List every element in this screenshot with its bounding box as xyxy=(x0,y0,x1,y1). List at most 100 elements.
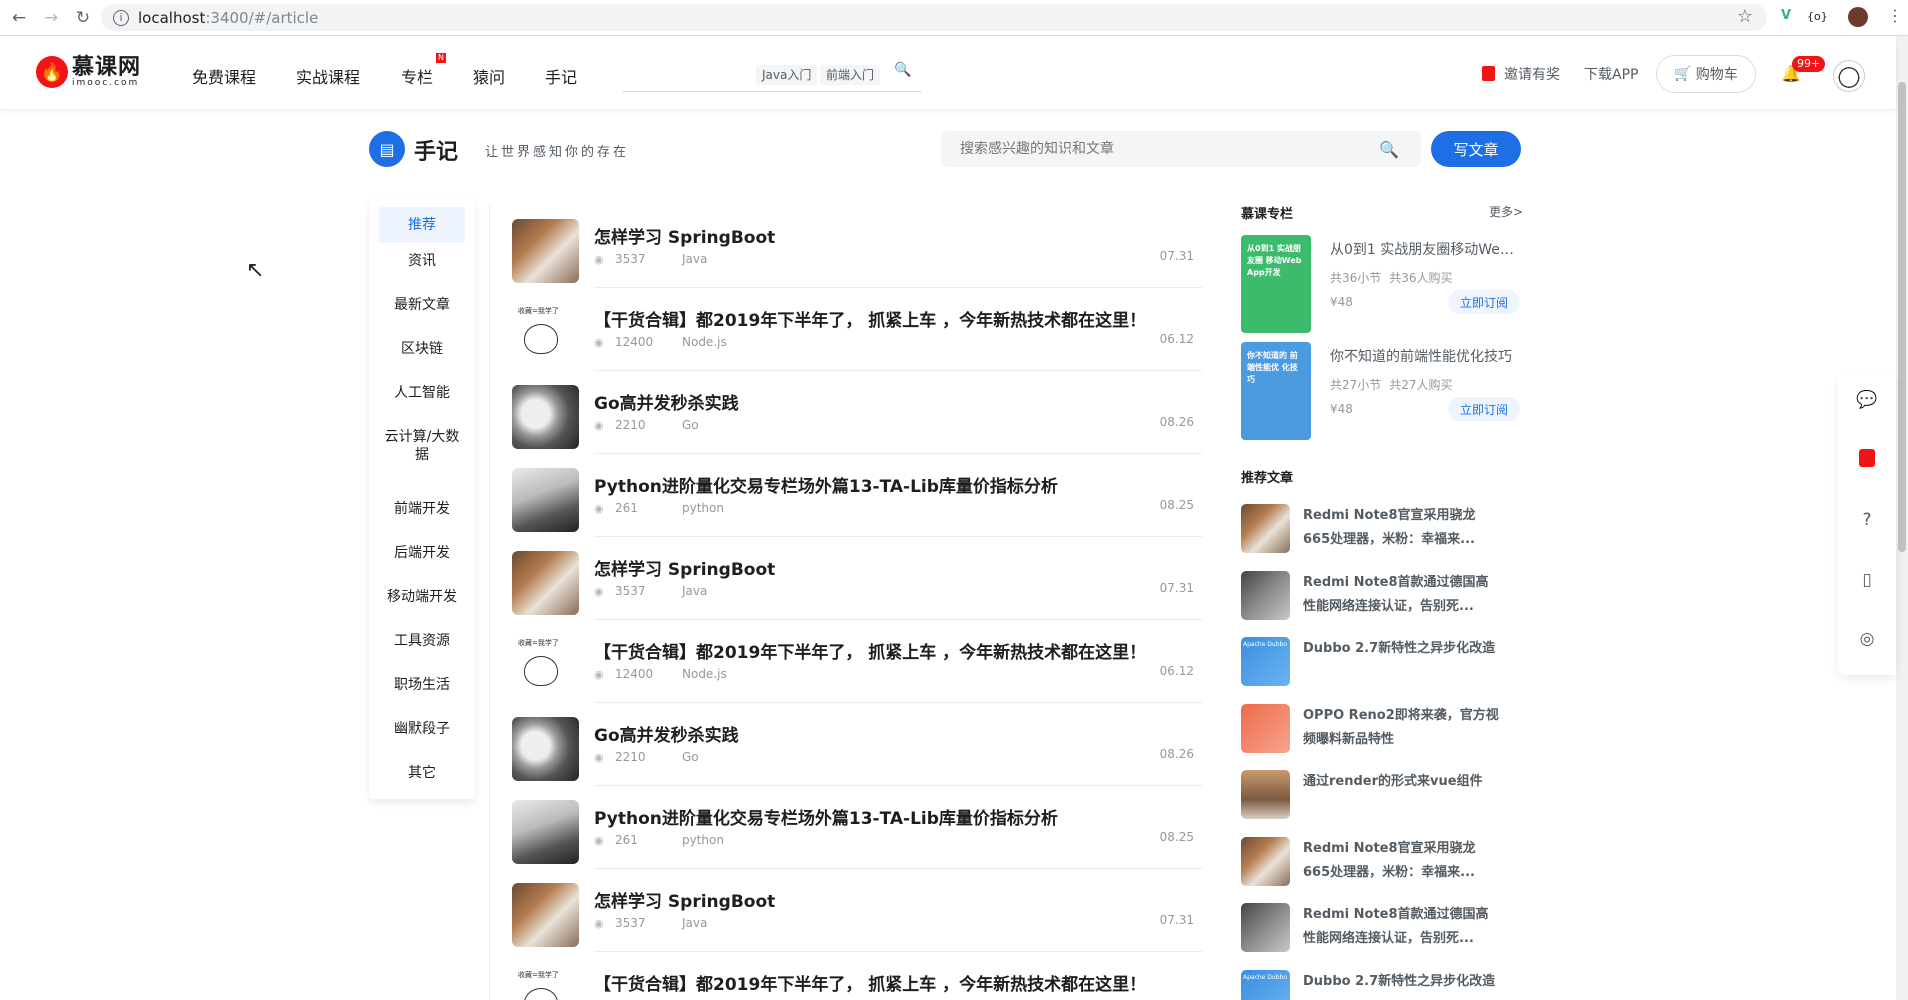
category-cloud-bigdata[interactable]: 云计算/大数据 xyxy=(379,428,465,464)
back-icon[interactable]: ← xyxy=(6,5,32,31)
recommended-article[interactable]: Redmi Note8官宣采用骁龙665处理器，米粉：幸福来... xyxy=(1241,502,1521,553)
search-icon[interactable]: 🔍 xyxy=(894,62,911,78)
category-ai[interactable]: 人工智能 xyxy=(379,384,465,402)
recommended-title[interactable]: Redmi Note8官宣采用骁龙665处理器，米粉：幸福来... xyxy=(1303,837,1499,885)
category-career[interactable]: 职场生活 xyxy=(379,676,465,694)
recommended-title[interactable]: Redmi Note8首款通过德国高性能网络连接认证，告别死... xyxy=(1303,571,1499,619)
cart-button[interactable]: 🛒 购物车 xyxy=(1656,55,1756,93)
recommended-thumbnail[interactable] xyxy=(1241,504,1290,553)
nav-practical-courses[interactable]: 实战课程 xyxy=(296,64,360,88)
gift-icon[interactable] xyxy=(1859,449,1875,467)
article-thumbnail[interactable] xyxy=(512,219,579,283)
category-blockchain[interactable]: 区块链 xyxy=(379,340,465,358)
wechat-icon[interactable]: ◎ xyxy=(1857,629,1877,649)
article-title[interactable]: 怎样学习 SpringBoot xyxy=(594,223,775,248)
article-thumbnail[interactable]: 收藏=我学了 xyxy=(512,634,579,698)
recommended-thumbnail[interactable] xyxy=(1241,770,1290,819)
bookmark-star-icon[interactable]: ☆ xyxy=(1737,6,1753,27)
article-item[interactable]: 怎样学习 SpringBoot ◉ 3537 Java 07.31 xyxy=(512,537,1202,620)
write-article-button[interactable]: 写文章 xyxy=(1431,131,1521,167)
recommended-title[interactable]: 通过render的形式来vue组件 xyxy=(1303,770,1499,794)
address-bar[interactable]: i localhost :3400/#/article ☆ xyxy=(101,4,1767,31)
article-thumbnail[interactable] xyxy=(512,800,579,864)
article-tag[interactable]: python xyxy=(682,833,724,847)
subscribe-button[interactable]: 立即订阅 xyxy=(1448,290,1520,314)
site-logo[interactable]: 🔥 慕课网 imooc.com xyxy=(36,56,141,88)
nav-column[interactable]: 专栏 xyxy=(401,64,433,88)
category-backend[interactable]: 后端开发 xyxy=(379,544,465,562)
scrollbar[interactable] xyxy=(1896,36,1908,1000)
article-thumbnail[interactable]: 收藏=我学了 xyxy=(512,302,579,366)
chat-icon[interactable]: 💬 xyxy=(1856,390,1877,410)
recommended-article[interactable]: Apache Dubbo Dubbo 2.7新特性之异步化改造 xyxy=(1241,968,1521,1000)
search-icon[interactable]: 🔍 xyxy=(1379,140,1399,159)
article-title[interactable]: Python进阶量化交易专栏场外篇13-TA-Lib库量价指标分析 xyxy=(594,472,1058,497)
recommended-thumbnail[interactable] xyxy=(1241,903,1290,952)
article-title[interactable]: 【干货合辑】都2019年下半年了， 抓紧上车 ，今年新热技术都在这里！ xyxy=(594,306,1146,331)
article-thumbnail[interactable] xyxy=(512,468,579,532)
nav-qa[interactable]: 猿问 xyxy=(473,64,505,88)
article-tag[interactable]: python xyxy=(682,501,724,515)
recommended-article[interactable]: Redmi Note8首款通过德国高性能网络连接认证，告别死... xyxy=(1241,569,1521,620)
article-tag[interactable]: Go xyxy=(682,750,699,764)
article-tag[interactable]: Java xyxy=(682,584,707,598)
article-item[interactable]: Go高并发秒杀实践 ◉ 2210 Go 08.26 xyxy=(512,371,1202,454)
vue-devtools-icon[interactable]: V xyxy=(1781,8,1791,23)
recommended-article[interactable]: Apache Dubbo Dubbo 2.7新特性之异步化改造 xyxy=(1241,635,1521,686)
recommended-article[interactable]: OPPO Reno2即将来袭，官方视频曝料新品特性 xyxy=(1241,702,1521,753)
user-avatar[interactable] xyxy=(1833,60,1865,92)
recommended-thumbnail[interactable] xyxy=(1241,703,1290,753)
recommended-thumbnail[interactable] xyxy=(1241,570,1290,620)
article-item[interactable]: 收藏=我学了 【干货合辑】都2019年下半年了， 抓紧上车 ，今年新热技术都在这里… xyxy=(512,952,1202,1000)
help-icon[interactable]: ? xyxy=(1857,510,1877,530)
article-title[interactable]: 怎样学习 SpringBoot xyxy=(594,555,775,580)
article-search-input[interactable] xyxy=(941,131,1341,167)
hot-tag-java[interactable]: Java入门 xyxy=(756,65,818,85)
forward-icon[interactable]: → xyxy=(38,5,64,31)
nav-notes[interactable]: 手记 xyxy=(545,64,577,88)
article-title[interactable]: 怎样学习 SpringBoot xyxy=(594,887,775,912)
nav-free-courses[interactable]: 免费课程 xyxy=(192,64,256,88)
scrollbar-thumb[interactable] xyxy=(1898,82,1906,552)
category-news[interactable]: 资讯 xyxy=(379,252,465,270)
recommended-thumbnail[interactable]: Apache Dubbo xyxy=(1241,637,1290,686)
article-title[interactable]: Go高并发秒杀实践 xyxy=(594,721,739,746)
article-item[interactable]: Python进阶量化交易专栏场外篇13-TA-Lib库量价指标分析 ◉ 261 pyt… xyxy=(512,454,1202,537)
article-item[interactable]: 收藏=我学了 【干货合辑】都2019年下半年了， 抓紧上车 ，今年新热技术都在这里… xyxy=(512,288,1202,371)
article-item[interactable]: Go高并发秒杀实践 ◉ 2210 Go 08.26 xyxy=(512,703,1202,786)
article-item[interactable]: Python进阶量化交易专栏场外篇13-TA-Lib库量价指标分析 ◉ 261 pyt… xyxy=(512,786,1202,869)
article-tag[interactable]: Node.js xyxy=(682,335,727,349)
json-extension-icon[interactable]: {o} xyxy=(1807,10,1828,23)
column-cover[interactable]: 你不知道的 前端性能优 化技巧 xyxy=(1241,342,1311,440)
article-tag[interactable]: Node.js xyxy=(682,667,727,681)
header-search[interactable]: Java入门 前端入门 🔍 xyxy=(622,52,922,92)
column-card[interactable]: 从0到1 实战朋友圈 移动Web App开发 从0到1 实战朋友圈移动Web...… xyxy=(1241,235,1521,335)
article-tag[interactable]: Java xyxy=(682,252,707,266)
recommended-title[interactable]: Dubbo 2.7新特性之异步化改造 xyxy=(1303,637,1499,661)
subscribe-button[interactable]: 立即订阅 xyxy=(1448,397,1520,421)
article-thumbnail[interactable] xyxy=(512,717,579,781)
invite-link[interactable]: 邀请有奖 xyxy=(1504,64,1560,84)
category-humor[interactable]: 幽默段子 xyxy=(379,720,465,738)
column-title[interactable]: 从0到1 实战朋友圈移动Web... xyxy=(1330,239,1520,259)
recommended-title[interactable]: Dubbo 2.7新特性之异步化改造 xyxy=(1303,970,1499,994)
article-title[interactable]: Python进阶量化交易专栏场外篇13-TA-Lib库量价指标分析 xyxy=(594,804,1058,829)
category-other[interactable]: 其它 xyxy=(379,764,465,782)
phone-icon[interactable]: ▯ xyxy=(1857,570,1877,590)
article-thumbnail[interactable] xyxy=(512,551,579,615)
info-icon[interactable]: i xyxy=(113,9,129,26)
category-recommend[interactable]: 推荐 xyxy=(379,207,465,243)
article-title[interactable]: 【干货合辑】都2019年下半年了， 抓紧上车 ，今年新热技术都在这里！ xyxy=(594,970,1146,995)
category-latest[interactable]: 最新文章 xyxy=(379,296,465,314)
recommended-article[interactable]: 通过render的形式来vue组件 xyxy=(1241,768,1521,819)
recommended-article[interactable]: Redmi Note8首款通过德国高性能网络连接认证，告别死... xyxy=(1241,901,1521,952)
article-item[interactable]: 收藏=我学了 【干货合辑】都2019年下半年了， 抓紧上车 ，今年新热技术都在这里… xyxy=(512,620,1202,703)
column-title[interactable]: 你不知道的前端性能优化技巧 xyxy=(1330,346,1520,366)
recommended-title[interactable]: OPPO Reno2即将来袭，官方视频曝料新品特性 xyxy=(1303,704,1499,752)
download-app-link[interactable]: 下载APP xyxy=(1584,64,1638,84)
category-frontend[interactable]: 前端开发 xyxy=(379,500,465,518)
article-tag[interactable]: Java xyxy=(682,916,707,930)
article-title[interactable]: Go高并发秒杀实践 xyxy=(594,389,739,414)
recommended-thumbnail[interactable]: Apache Dubbo xyxy=(1241,969,1290,1000)
article-tag[interactable]: Go xyxy=(682,418,699,432)
